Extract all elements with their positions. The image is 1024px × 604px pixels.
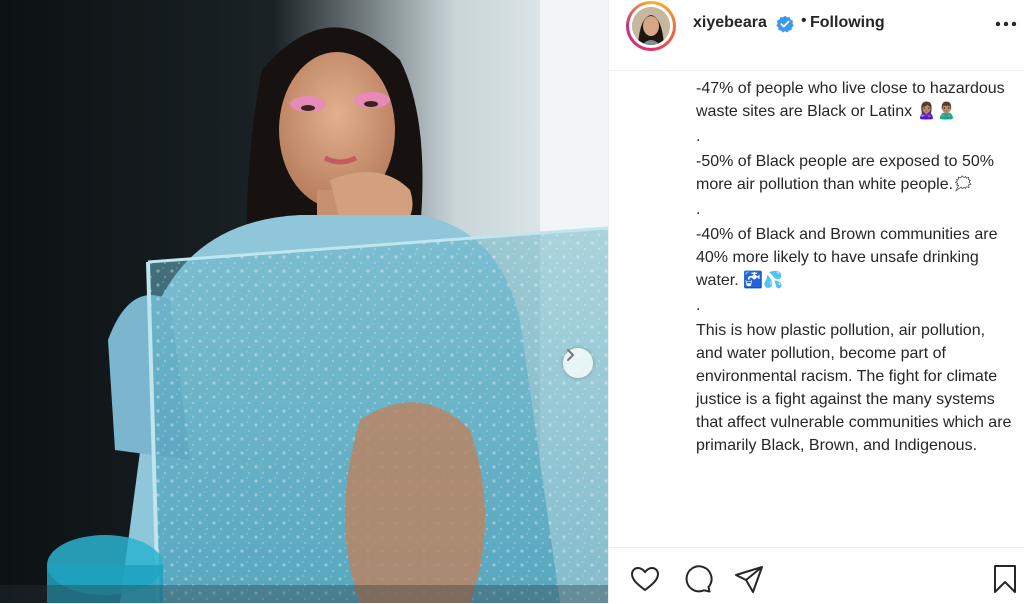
more-options-button[interactable]: [993, 16, 1019, 32]
photo-illustration: [0, 0, 608, 603]
comment-button[interactable]: [681, 563, 713, 595]
save-button[interactable]: [989, 563, 1021, 595]
caption-paragraph: -40% of Black and Brown communities are …: [696, 226, 998, 289]
chevron-right-icon: [567, 349, 574, 361]
caption-separator: .: [696, 201, 701, 218]
post-photo: [0, 0, 608, 603]
like-button[interactable]: [629, 563, 661, 595]
post-detail-panel: xiyebeara • Following -47% of people who…: [608, 0, 1024, 603]
comment-icon: [685, 565, 713, 593]
avatar-image: [632, 7, 670, 45]
post-action-bar: [609, 547, 1024, 604]
following-button[interactable]: Following: [810, 14, 885, 32]
caption-separator: .: [696, 297, 701, 314]
more-options-icon: [995, 21, 1017, 27]
paper-plane-icon: [735, 566, 763, 593]
share-button[interactable]: [733, 563, 765, 595]
next-image-button[interactable]: [563, 348, 593, 378]
post-header: xiyebeara • Following: [609, 0, 1024, 71]
caption-paragraph: This is how plastic pollution, air pollu…: [696, 322, 1012, 454]
header-separator: •: [801, 12, 807, 29]
verified-badge-icon: [776, 15, 794, 38]
post-caption: -47% of people who live close to hazardo…: [696, 77, 1016, 457]
heart-icon: [630, 566, 660, 592]
bookmark-icon: [994, 565, 1016, 593]
username-link[interactable]: xiyebeara: [693, 14, 767, 32]
caption-paragraph: -50% of Black people are exposed to 50% …: [696, 153, 994, 193]
avatar[interactable]: [626, 1, 676, 51]
caption-separator: .: [696, 128, 701, 145]
caption-paragraph: -47% of people who live close to hazardo…: [696, 80, 1005, 120]
